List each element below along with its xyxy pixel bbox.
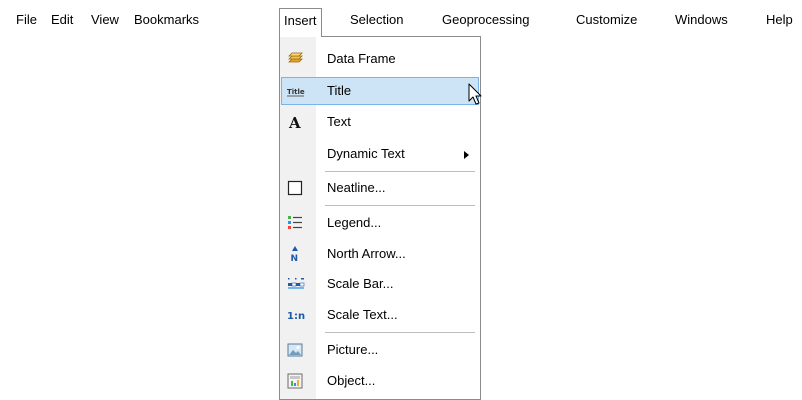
menu-item-title[interactable]: Title Title	[281, 77, 479, 105]
menu-edit[interactable]: Edit	[47, 9, 77, 31]
menu-item-neatline[interactable]: Neatline...	[281, 174, 479, 202]
menu-geoprocessing[interactable]: Geoprocessing	[438, 9, 533, 31]
menu-item-label: Data Frame	[327, 51, 396, 66]
svg-text:N: N	[291, 254, 299, 262]
menu-item-north-arrow[interactable]: N North Arrow...	[281, 240, 479, 268]
menu-item-dynamic-text[interactable]: Dynamic Text	[281, 140, 479, 168]
svg-text:1:n: 1:n	[287, 311, 305, 322]
menu-separator	[325, 171, 475, 173]
menu-item-object[interactable]: Object...	[281, 367, 479, 395]
text-icon: A	[287, 114, 303, 132]
data-frame-icon	[287, 51, 303, 67]
scale-bar-icon	[287, 276, 305, 292]
menu-item-label: Picture...	[327, 342, 379, 357]
menu-item-picture[interactable]: Picture...	[281, 336, 479, 364]
svg-text:Title: Title	[287, 88, 305, 96]
mouse-pointer-icon	[468, 83, 484, 107]
north-arrow-icon: N	[287, 246, 303, 264]
svg-text:A: A	[288, 114, 301, 130]
menu-item-label: Neatline...	[327, 180, 386, 195]
menu-item-label: Scale Text...	[327, 307, 398, 322]
menu-windows[interactable]: Windows	[671, 9, 732, 31]
object-icon	[287, 373, 303, 389]
menu-file[interactable]: File	[12, 9, 41, 31]
submenu-arrow-icon	[464, 151, 469, 159]
menu-item-scale-bar[interactable]: Scale Bar...	[281, 270, 479, 298]
menu-item-label: Dynamic Text	[327, 146, 405, 161]
menu-help[interactable]: Help	[762, 9, 797, 31]
menu-selection[interactable]: Selection	[346, 9, 407, 31]
menu-item-label: Object...	[327, 373, 376, 388]
neatline-icon	[287, 180, 303, 196]
menu-item-label: Legend...	[327, 215, 382, 230]
menu-item-text[interactable]: A Text	[281, 108, 479, 136]
menu-item-label: Scale Bar...	[327, 276, 394, 291]
menu-item-data-frame[interactable]: Data Frame	[281, 45, 479, 73]
menu-separator	[325, 332, 475, 334]
menu-view[interactable]: View	[87, 9, 123, 31]
menu-bookmarks[interactable]: Bookmarks	[130, 9, 203, 31]
menu-item-label: North Arrow...	[327, 246, 406, 261]
insert-menu-dropdown: Data Frame Title Title A Text Dynamic Te…	[279, 36, 481, 400]
menu-item-scale-text[interactable]: 1:n Scale Text...	[281, 301, 479, 329]
scale-text-icon: 1:n	[287, 307, 305, 323]
menu-customize[interactable]: Customize	[572, 9, 641, 31]
menu-item-label: Title	[327, 83, 352, 98]
menu-bar: File Edit View Bookmarks Insert Selectio…	[0, 0, 802, 38]
menu-separator	[325, 205, 475, 207]
menu-item-legend[interactable]: Legend...	[281, 209, 479, 237]
legend-icon	[287, 215, 303, 231]
menu-insert[interactable]: Insert	[279, 8, 322, 37]
picture-icon	[287, 342, 303, 358]
menu-item-label: Text	[327, 114, 351, 129]
title-icon: Title	[287, 83, 305, 99]
